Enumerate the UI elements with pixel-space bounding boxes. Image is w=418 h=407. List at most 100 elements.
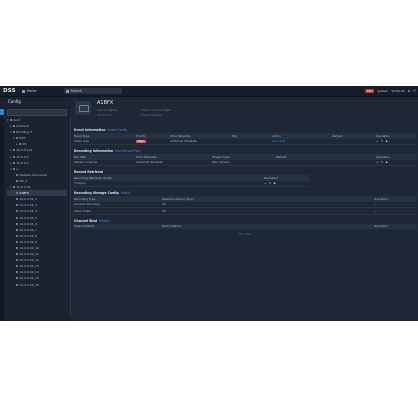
recording-table: Rec Path Time Template Stream Type Remark Op… bbox=[72, 154, 417, 166]
rec-stream: Main Stream bbox=[210, 159, 275, 166]
home-icon bbox=[22, 89, 25, 93]
device-icon bbox=[15, 259, 18, 262]
storage-op: -- bbox=[372, 207, 417, 215]
tree-node-label: 10.0.0.34 bbox=[16, 185, 31, 190]
tree-node-label: 10.0.0.34_11 bbox=[19, 252, 39, 257]
add-record-plan-link[interactable]: Add Record Plan bbox=[115, 149, 140, 153]
tree-node-label: Root bbox=[13, 118, 20, 122]
rail-active-indicator[interactable] bbox=[0, 109, 4, 115]
rec-badge[interactable]: REC bbox=[365, 89, 375, 93]
tree-node-label: 10.0.0.34_13 bbox=[19, 264, 39, 269]
table-row[interactable]: Stored on Server All-Period Template Mai… bbox=[72, 159, 417, 166]
device-icon bbox=[15, 204, 18, 207]
device-icon bbox=[15, 240, 18, 243]
tree-node-label: NVR bbox=[19, 136, 26, 141]
storage-title: Recording Storage Config bbox=[74, 191, 119, 195]
top-bar: DSS Home Search REC system 12:00:00 ⚙ ☰ bbox=[0, 86, 418, 97]
table-row[interactable]: 3 Day(s) ⇢ ✎ ▪ bbox=[72, 180, 309, 187]
tree-node-label: x bbox=[16, 166, 18, 171]
device-icon bbox=[18, 143, 21, 146]
tree-node-label: 10.0.0.34_8 bbox=[19, 233, 37, 238]
tree-node-label: 10.0.0.34_9 bbox=[19, 239, 37, 244]
device-icon bbox=[15, 216, 18, 219]
retrieval-length: 3 Day(s) bbox=[72, 180, 263, 187]
tree-node-label: IPC_1 bbox=[19, 178, 28, 183]
storage-modify-link[interactable]: Modify bbox=[121, 191, 131, 195]
device-name-key: Device Name bbox=[97, 108, 118, 112]
event-title: Event Information bbox=[74, 128, 106, 132]
tree-node-label: 10.0.0.34_6 bbox=[19, 221, 37, 226]
device-name: A1BFX bbox=[97, 100, 114, 106]
device-tree: ▾ Root ▸ Ambient ▾ Building IT ▾ NVR ▸ IPC ▸ 10.0.0… bbox=[7, 117, 67, 288]
device-sidebar: ▾ Root ▸ Ambient ▾ Building IT ▾ NVR ▸ IPC ▸ 10.0.0… bbox=[5, 107, 72, 321]
storage-period: 30 bbox=[160, 207, 373, 215]
event-template: All-Period Template bbox=[168, 138, 231, 145]
event-action[interactable]: Link Alert bbox=[270, 138, 331, 145]
device-icon bbox=[15, 234, 18, 237]
clock-label: 12:00:00 bbox=[391, 89, 405, 93]
tree-node-label: 10.0.0.34_3 bbox=[19, 203, 37, 208]
device-icon bbox=[15, 179, 18, 182]
storage-type: Alarm Video bbox=[72, 207, 161, 215]
menu-icon[interactable]: ☰ bbox=[413, 89, 416, 93]
link-icon[interactable]: ⇢ bbox=[264, 181, 267, 185]
config-sections: Event Information Event Config Event Type… bbox=[71, 127, 418, 239]
tree-node-label: Website Download bbox=[19, 172, 48, 177]
device-ip: 10.0.0.34 bbox=[97, 113, 112, 117]
tree-node-label: 10.0.0.34_4 bbox=[19, 209, 37, 214]
delete-icon[interactable]: ▪ bbox=[386, 160, 389, 164]
device-icon bbox=[15, 246, 18, 249]
rec-template: All-Period Template bbox=[134, 159, 211, 166]
user-label[interactable]: system bbox=[377, 89, 388, 93]
delete-icon[interactable]: ▪ bbox=[386, 139, 389, 143]
storage-table: Recording Type Retention Period (Day) Oper… bbox=[72, 196, 417, 215]
table-row[interactable]: Alarm Video 30 -- bbox=[72, 207, 417, 215]
event-operations: ⇢ ✎ ▪ bbox=[374, 138, 417, 145]
channel-type-key: Video Channel Type bbox=[141, 108, 171, 112]
edit-icon[interactable]: ✎ bbox=[381, 139, 384, 143]
main-panel: A1BFX Device Name 10.0.0.34 Video Channe… bbox=[71, 97, 418, 321]
tree-search-input[interactable] bbox=[7, 109, 67, 116]
event-config-link[interactable]: Event Config bbox=[108, 128, 128, 132]
device-icon bbox=[15, 137, 18, 140]
channel-modify-link[interactable]: Modify bbox=[99, 219, 109, 223]
device-icon bbox=[12, 161, 15, 164]
device-icon bbox=[15, 222, 18, 225]
device-icon bbox=[15, 192, 18, 195]
edit-icon[interactable]: ✎ bbox=[269, 181, 272, 185]
device-icon bbox=[12, 167, 15, 170]
event-remark bbox=[330, 138, 375, 145]
tree-node-label: 10.0.0.34_16 bbox=[19, 282, 39, 287]
event-type: Video Loss bbox=[72, 138, 135, 145]
link-icon[interactable]: ⇢ bbox=[376, 160, 379, 164]
link-icon[interactable]: ⇢ bbox=[376, 139, 379, 143]
tab-home-label: Home bbox=[26, 89, 37, 93]
device-header: A1BFX Device Name 10.0.0.34 Video Channe… bbox=[71, 97, 418, 127]
delete-icon[interactable]: ▪ bbox=[274, 181, 277, 185]
device-icon bbox=[15, 173, 18, 176]
tab-search[interactable]: Search bbox=[64, 88, 122, 94]
tree-node[interactable]: 10.0.0.34_16 bbox=[7, 282, 67, 288]
tree-node-label: IPC bbox=[22, 142, 27, 147]
device-icon bbox=[15, 265, 18, 268]
tree-node-label: 10.0.0.101 bbox=[16, 148, 33, 153]
event-tag bbox=[230, 138, 271, 145]
edit-icon[interactable]: ✎ bbox=[381, 160, 384, 164]
tree-node-label: 10.0.0.34_2 bbox=[19, 197, 37, 202]
app-logo: DSS bbox=[3, 87, 16, 94]
event-priority: High bbox=[134, 138, 169, 145]
event-table: Event Type Priority Time Template Tag Action… bbox=[72, 133, 417, 145]
device-icon bbox=[15, 271, 18, 274]
rec-remark bbox=[274, 159, 375, 166]
rec-path: Stored on Server bbox=[72, 159, 135, 166]
empty-state: No data bbox=[238, 232, 251, 236]
tree-node-label: 10.0.0.34_14 bbox=[19, 270, 39, 275]
table-row[interactable]: Video Loss High All-Period Template Link… bbox=[72, 138, 417, 145]
tree-node-label: 10.0.0.4 bbox=[16, 154, 29, 159]
system-tray: REC system 12:00:00 ⚙ ☰ bbox=[363, 88, 416, 94]
device-icon bbox=[9, 119, 12, 121]
settings-icon[interactable]: ⚙ bbox=[408, 89, 411, 93]
device-icon bbox=[12, 186, 15, 189]
tab-home[interactable]: Home bbox=[22, 88, 37, 94]
device-icon bbox=[15, 283, 18, 286]
